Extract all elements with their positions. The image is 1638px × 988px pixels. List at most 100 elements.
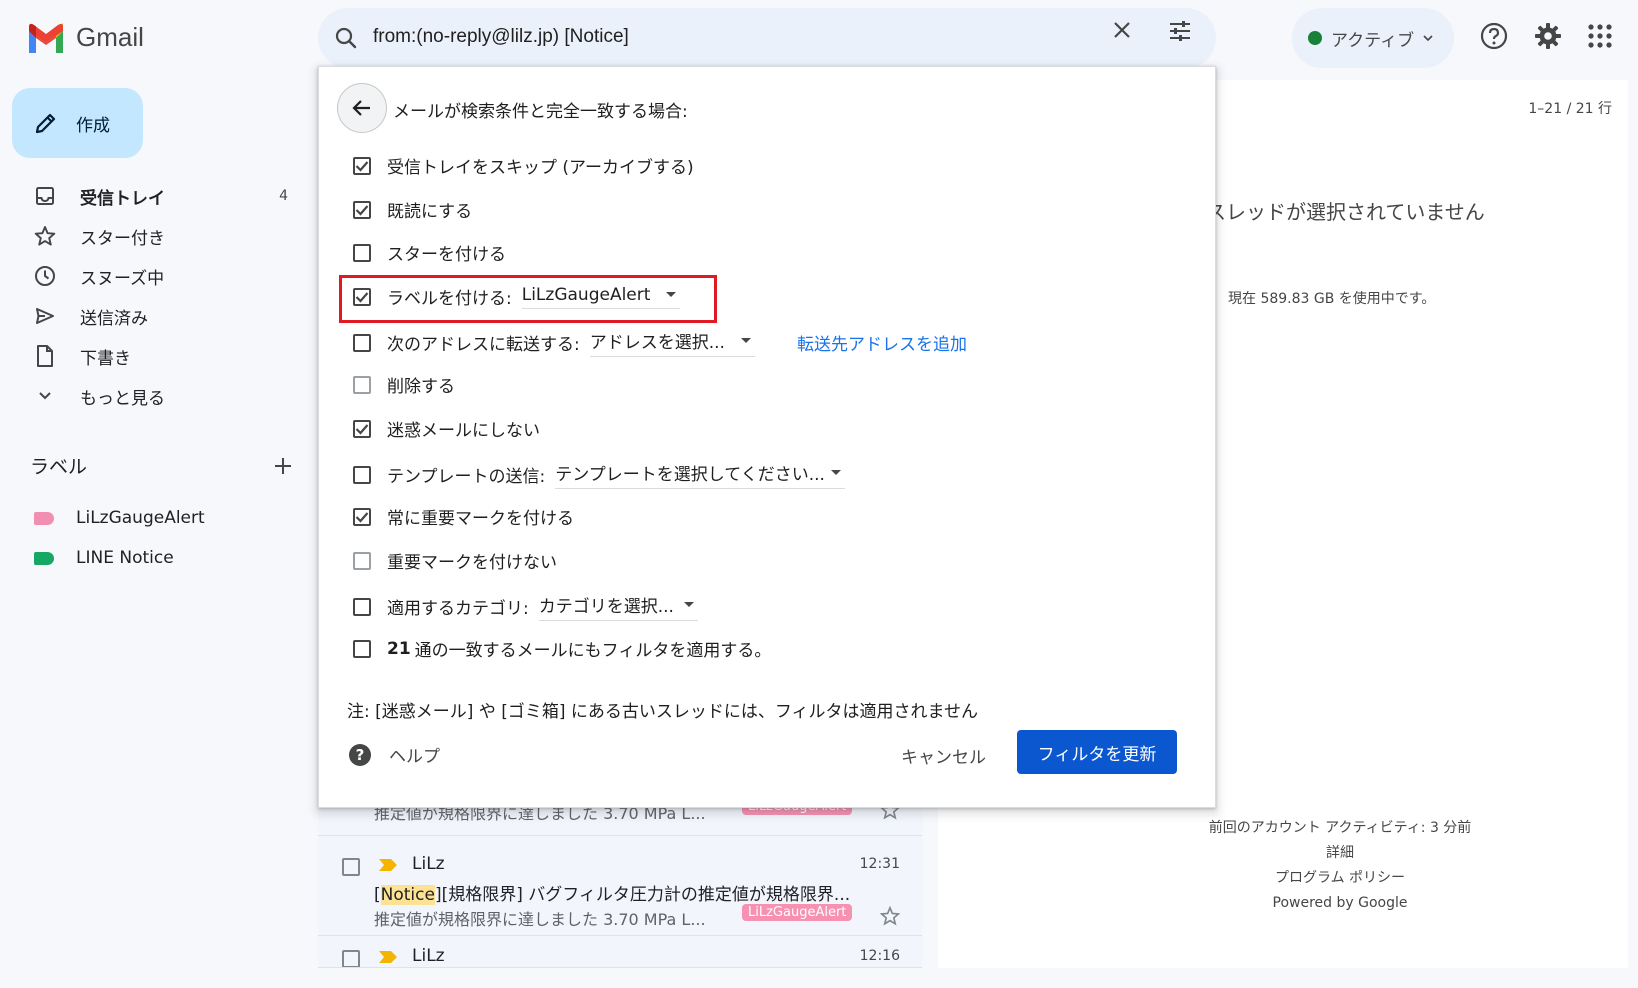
footer: 前回のアカウント アクティビティ: 3 分前 詳細 プログラム ポリシー Pow… (1120, 816, 1560, 916)
checkbox-checked[interactable] (353, 507, 371, 526)
category-dropdown[interactable]: カテゴリを選択... (538, 592, 698, 621)
details-link[interactable]: 詳細 (1120, 841, 1560, 866)
checkbox-unchecked[interactable] (353, 243, 371, 262)
program-policy-link[interactable]: プログラム ポリシー (1120, 866, 1560, 891)
gear-icon[interactable] (1534, 22, 1562, 50)
dropdown-value: テンプレートを選択してください... (555, 465, 825, 485)
checkbox-checked[interactable] (353, 419, 371, 438)
star-icon (34, 225, 56, 247)
option-skip-inbox[interactable]: 受信トレイをスキップ (アーカイブする) (353, 153, 694, 178)
checkbox-checked[interactable] (353, 200, 371, 219)
checkbox-checked[interactable] (353, 287, 371, 306)
row-checkbox[interactable] (342, 858, 360, 876)
sidebar-item-label: もっと見る (80, 388, 165, 409)
checkbox-unchecked[interactable] (353, 465, 371, 484)
checkbox-unchecked[interactable] (353, 333, 371, 352)
option-send-template[interactable]: テンプレートの送信: テンプレートを選択してください... (353, 460, 845, 489)
checkbox-checked[interactable] (353, 156, 371, 175)
important-marker-icon[interactable] (378, 858, 398, 872)
search-options-icon[interactable] (1168, 19, 1192, 43)
option-label: 適用するカテゴリ: (387, 599, 529, 619)
option-label: テンプレートの送信: (387, 467, 546, 487)
option-apply-existing[interactable]: 21 通の一致するメールにもフィルタを適用する。 (353, 636, 771, 661)
table-row[interactable]: LiLz 12:16 (318, 936, 922, 968)
option-label: 既読にする (387, 202, 473, 222)
search-icon[interactable] (334, 26, 358, 50)
pagination-info: 1–21 / 21 行 (1528, 101, 1612, 117)
option-star[interactable]: スターを付ける (353, 240, 506, 265)
sidebar-item-more[interactable]: もっと見る (0, 376, 300, 416)
storage-usage: 現在 589.83 GB を使用中です。 (1228, 291, 1436, 307)
help-icon[interactable] (1480, 22, 1508, 50)
labels-title: ラベル (30, 456, 88, 478)
checkmark-icon (355, 423, 369, 435)
option-forward[interactable]: 次のアドレスに転送する: アドレスを選択... 転送先アドレスを追加 (353, 328, 967, 357)
sidebar-item-label: 受信トレイ (80, 188, 165, 209)
update-filter-button[interactable]: フィルタを更新 (1017, 730, 1177, 774)
option-delete[interactable]: 削除する (353, 372, 455, 397)
sidebar-item-starred[interactable]: スター付き (0, 216, 300, 256)
sidebar-item-drafts[interactable]: 下書き (0, 336, 300, 376)
search-bar[interactable]: from:(no-reply@lilz.jp) [Notice] (318, 8, 1216, 68)
add-forwarding-address-link[interactable]: 転送先アドレスを追加 (797, 330, 967, 355)
status-selector[interactable]: アクティブ (1292, 8, 1454, 68)
checkmark-icon (355, 160, 369, 172)
option-never-important[interactable]: 重要マークを付けない (353, 548, 557, 573)
row-checkbox[interactable] (342, 950, 360, 967)
compose-label: 作成 (76, 115, 110, 136)
sidebar-item-label: 送信済み (80, 308, 148, 329)
option-mark-read[interactable]: 既読にする (353, 197, 472, 222)
label-dropdown[interactable]: LiLzGaugeAlert (521, 285, 681, 309)
label-tag-icon (34, 511, 54, 525)
checkmark-icon (355, 511, 369, 523)
email-label-badge[interactable]: LiLzGaugeAlert (742, 904, 853, 921)
sidebar-item-snoozed[interactable]: スヌーズ中 (0, 256, 300, 296)
checkbox-unchecked[interactable] (353, 551, 371, 570)
checkmark-icon (355, 204, 369, 216)
dropdown-value: アドレスを選択... (589, 333, 725, 353)
checkbox-unchecked[interactable] (353, 597, 371, 616)
caret-down-icon (683, 602, 694, 607)
caret-down-icon (740, 338, 751, 343)
help-link[interactable]: ? ヘルプ (349, 742, 440, 767)
caret-down-icon (830, 470, 841, 475)
star-icon[interactable] (880, 906, 900, 926)
option-apply-label[interactable]: ラベルを付ける: LiLzGaugeAlert (353, 284, 681, 309)
search-input[interactable]: from:(no-reply@lilz.jp) [Notice] (373, 26, 629, 48)
forward-address-dropdown[interactable]: アドレスを選択... (589, 328, 755, 357)
search-highlight: Notice (380, 885, 435, 905)
table-row[interactable]: LiLz 12:31 [Notice][規格限界] バグフィルタ圧力計の推定値が… (318, 836, 922, 936)
sidebar-item-label: 下書き (80, 348, 131, 369)
dialog-title: メールが検索条件と完全一致する場合: (393, 102, 688, 122)
template-dropdown[interactable]: テンプレートを選択してください... (555, 460, 845, 489)
apps-grid-icon[interactable] (1588, 24, 1612, 48)
label-name: LINE Notice (76, 548, 174, 568)
sidebar-item-inbox[interactable]: 受信トレイ 4 (0, 176, 300, 216)
email-time: 12:31 (859, 856, 900, 872)
compose-button[interactable]: 作成 (12, 88, 143, 158)
inbox-count: 4 (279, 188, 288, 204)
cancel-button[interactable]: キャンセル (901, 743, 986, 768)
important-marker-icon[interactable] (378, 950, 398, 964)
option-category[interactable]: 適用するカテゴリ: カテゴリを選択... (353, 592, 698, 621)
sidebar-label-line-notice[interactable]: LINE Notice (34, 543, 174, 573)
checkbox-unchecked[interactable] (353, 375, 371, 394)
chevron-down-icon (34, 385, 56, 407)
option-always-important[interactable]: 常に重要マークを付ける (353, 504, 574, 529)
arrow-left-icon (352, 100, 370, 116)
email-sender: LiLz (412, 946, 445, 966)
back-button[interactable] (337, 83, 387, 133)
sidebar-label-lilzgaugealert[interactable]: LiLzGaugeAlert (34, 503, 205, 533)
sidebar-item-sent[interactable]: 送信済み (0, 296, 300, 336)
option-label: 次のアドレスに転送する: (387, 335, 580, 355)
filter-dialog: メールが検索条件と完全一致する場合: 受信トレイをスキップ (アーカイブする) … (318, 66, 1216, 808)
status-dot-icon (1308, 31, 1322, 45)
option-label: 重要マークを付けない (387, 553, 557, 573)
checkbox-unchecked[interactable] (353, 639, 371, 658)
checkmark-icon (355, 291, 369, 303)
last-activity: 前回のアカウント アクティビティ: 3 分前 (1208, 820, 1472, 836)
close-icon[interactable] (1112, 20, 1132, 40)
option-never-spam[interactable]: 迷惑メールにしない (353, 416, 540, 441)
gmail-logo[interactable]: Gmail (26, 22, 144, 53)
plus-icon[interactable] (274, 457, 292, 475)
